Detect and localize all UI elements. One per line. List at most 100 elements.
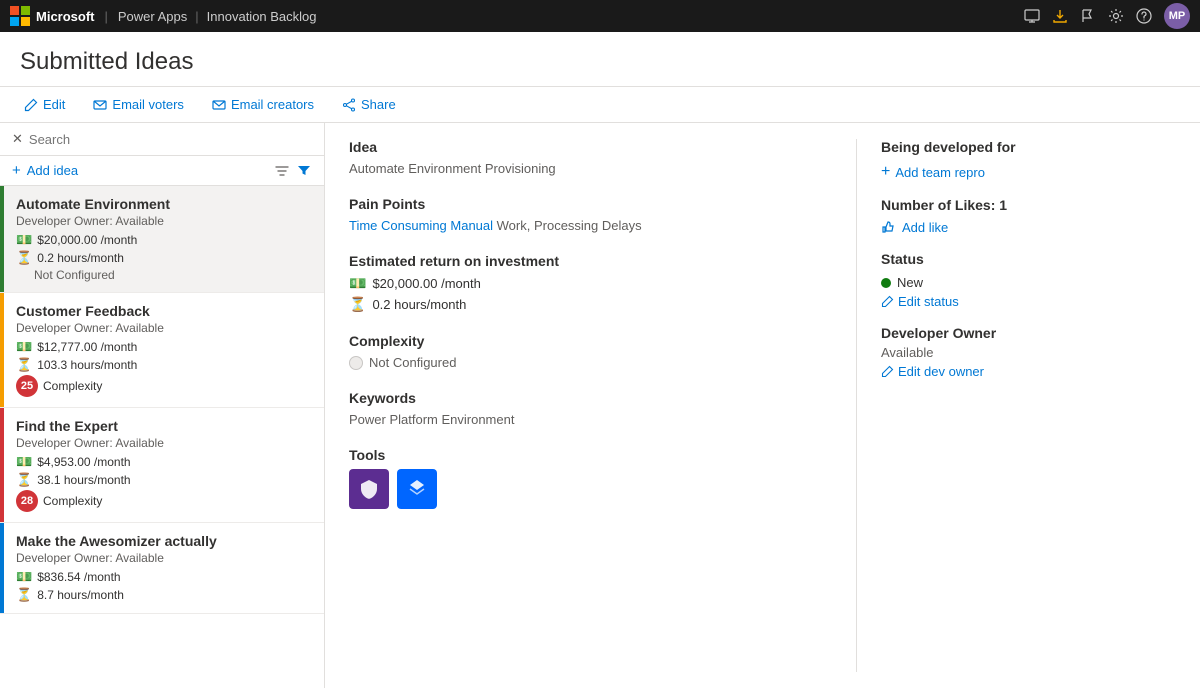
idea-section: Idea Automate Environment Provisioning (349, 139, 832, 176)
idea-sub: Developer Owner: Available (16, 321, 312, 335)
complexity-label: Complexity (43, 379, 102, 393)
idea-cost-row: 💵 $12,777.00 /month (16, 339, 312, 355)
user-avatar[interactable]: MP (1164, 3, 1190, 29)
idea-complexity-row: Not Configured (16, 268, 312, 282)
complexity-badge: 25 (16, 375, 38, 397)
dev-owner-section: Developer Owner Available Edit dev owner (881, 325, 1176, 379)
roi-hours: 0.2 hours/month (372, 297, 466, 312)
close-search-icon[interactable]: ✕ (12, 131, 23, 147)
brand-name: Innovation Backlog (207, 9, 317, 24)
add-icon[interactable]: + (12, 162, 21, 179)
edit-dev-owner-icon (881, 365, 894, 378)
complexity-label: Complexity (43, 494, 102, 508)
idea-title: Customer Feedback (16, 303, 312, 319)
pain-points-label: Pain Points (349, 196, 832, 212)
idea-item[interactable]: Make the Awesomizer actually Developer O… (0, 523, 324, 614)
edit-status-icon (881, 295, 894, 308)
roi-hours-icon: ⏳ (349, 296, 366, 313)
email-creators-button[interactable]: Email creators (208, 95, 318, 114)
complexity-value: Not Configured (16, 268, 115, 282)
complexity-section: Complexity Not Configured (349, 333, 832, 370)
idea-cost: $4,953.00 /month (37, 455, 130, 469)
pain-points-section: Pain Points Time Consuming Manual Work, … (349, 196, 832, 233)
keywords-label: Keywords (349, 390, 832, 406)
roi-section: Estimated return on investment 💵 $20,000… (349, 253, 832, 313)
share-button[interactable]: Share (338, 95, 400, 114)
sort-button[interactable] (274, 163, 290, 179)
idea-hours: 8.7 hours/month (37, 588, 124, 602)
add-like-button[interactable]: Add like (881, 219, 948, 235)
edit-status-button[interactable]: Edit status (881, 294, 959, 309)
brand-separator2: | (195, 9, 198, 24)
keywords-section: Keywords Power Platform Environment (349, 390, 832, 427)
complexity-value: Not Configured (369, 355, 456, 370)
brand-text: Microsoft | Power Apps | Innovation Back… (36, 9, 317, 24)
cost-icon: 💵 (16, 569, 32, 585)
download-button[interactable] (1052, 8, 1068, 24)
add-team-button[interactable]: + Add team repro (881, 163, 985, 181)
ms-logo-area: Microsoft | Power Apps | Innovation Back… (10, 6, 317, 26)
add-like-label: Add like (902, 220, 948, 235)
add-idea-label[interactable]: Add idea (27, 163, 268, 178)
flag-button[interactable] (1080, 8, 1096, 24)
tool-icon-2[interactable] (397, 469, 437, 509)
idea-item[interactable]: Customer Feedback Developer Owner: Avail… (0, 293, 324, 408)
tool-icons (349, 469, 832, 509)
dev-owner-label: Developer Owner (881, 325, 1176, 341)
email-creators-label: Email creators (231, 97, 314, 112)
idea-complexity-row: 28 Complexity (16, 490, 312, 512)
right-panel: Idea Automate Environment Provisioning P… (325, 123, 1200, 688)
idea-title: Make the Awesomizer actually (16, 533, 312, 549)
share-label: Share (361, 97, 396, 112)
idea-meta: 💵 $4,953.00 /month ⏳ 38.1 hours/month 28… (16, 454, 312, 512)
detail-left: Idea Automate Environment Provisioning P… (349, 139, 856, 672)
screen-button[interactable] (1024, 8, 1040, 24)
idea-sub: Developer Owner: Available (16, 551, 312, 565)
brand-separator: | (105, 9, 108, 24)
idea-label: Idea (349, 139, 832, 155)
status-dot (881, 278, 891, 288)
search-input[interactable] (29, 132, 312, 147)
idea-sub: Developer Owner: Available (16, 436, 312, 450)
email-voters-label: Email voters (112, 97, 184, 112)
idea-meta: 💵 $12,777.00 /month ⏳ 103.3 hours/month … (16, 339, 312, 397)
email-voters-icon (93, 98, 107, 112)
idea-item[interactable]: Find the Expert Developer Owner: Availab… (0, 408, 324, 523)
cost-icon: 💵 (16, 454, 32, 470)
topbar: Microsoft | Power Apps | Innovation Back… (0, 0, 1200, 32)
cost-icon: 💵 (16, 232, 32, 248)
roi-hours-row: ⏳ 0.2 hours/month (349, 296, 832, 313)
hours-icon: ⏳ (16, 587, 32, 603)
complexity-label: Complexity (349, 333, 832, 349)
idea-item[interactable]: Automate Environment Developer Owner: Av… (0, 186, 324, 293)
detail-right: Being developed for + Add team repro An … (856, 139, 1176, 672)
roi-cost-row: 💵 $20,000.00 /month (349, 275, 832, 292)
search-bar: ✕ (0, 123, 324, 156)
help-button[interactable] (1136, 8, 1152, 24)
edit-dev-owner-button[interactable]: Edit dev owner (881, 364, 984, 379)
main-content: ✕ + Add idea Automate Environment Deve (0, 123, 1200, 688)
add-team-label: Add team repro (895, 165, 985, 180)
email-voters-button[interactable]: Email voters (89, 95, 188, 114)
topbar-actions: MP (1024, 3, 1190, 29)
edit-dev-owner-label: Edit dev owner (898, 364, 984, 379)
add-idea-bar: + Add idea (0, 156, 324, 186)
share-icon (342, 98, 356, 112)
filter-button[interactable] (296, 163, 312, 179)
edit-icon (24, 98, 38, 112)
complexity-badge: 28 (16, 490, 38, 512)
settings-button[interactable] (1108, 8, 1124, 24)
edit-button[interactable]: Edit (20, 95, 69, 114)
idea-cost-row: 💵 $4,953.00 /month (16, 454, 312, 470)
idea-sub: Developer Owner: Available (16, 214, 312, 228)
idea-meta: 💵 $836.54 /month ⏳ 8.7 hours/month (16, 569, 312, 603)
tools-label: Tools (349, 447, 832, 463)
accent-bar (0, 523, 4, 613)
keywords-value: Power Platform Environment (349, 412, 832, 427)
idea-hours: 38.1 hours/month (37, 473, 130, 487)
edit-status-label: Edit status (898, 294, 959, 309)
idea-list: Automate Environment Developer Owner: Av… (0, 186, 324, 688)
dev-owner-value: Available (881, 345, 1176, 360)
likes-count: Number of Likes: 1 (881, 197, 1176, 213)
tool-icon-1[interactable] (349, 469, 389, 509)
